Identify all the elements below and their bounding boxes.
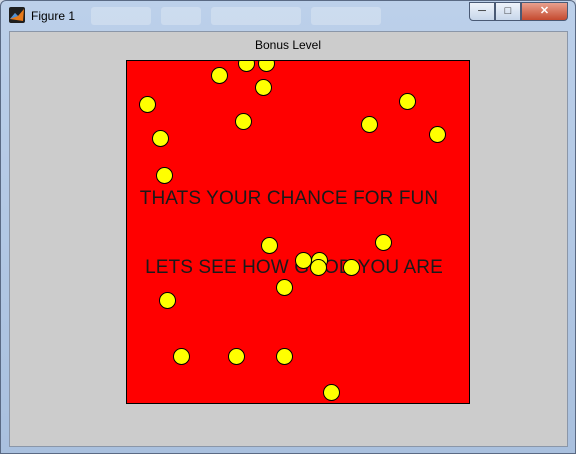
ball	[310, 259, 327, 276]
background-toolbar-ghost	[211, 7, 301, 25]
ball	[375, 234, 392, 251]
ball	[343, 259, 360, 276]
ball	[361, 116, 378, 133]
background-toolbar-ghost	[161, 7, 201, 25]
title-bar[interactable]: Figure 1 ─ □ ✕	[1, 1, 575, 31]
background-toolbar-ghost	[311, 7, 381, 25]
ball	[159, 292, 176, 309]
ball	[228, 348, 245, 365]
maximize-button[interactable]: □	[495, 2, 521, 21]
ball	[276, 348, 293, 365]
matlab-icon[interactable]	[9, 7, 25, 23]
ball	[139, 96, 156, 113]
ball	[255, 79, 272, 96]
ball	[211, 67, 228, 84]
game-axes[interactable]: THATS YOUR CHANCE FOR FUN LETS SEE HOW G…	[126, 60, 470, 404]
ball	[429, 126, 446, 143]
message-line-1: THATS YOUR CHANCE FOR FUN	[139, 188, 439, 209]
ball	[323, 384, 340, 401]
ball	[152, 130, 169, 147]
window-title: Figure 1	[31, 9, 76, 23]
ball	[276, 279, 293, 296]
background-toolbar-ghost	[91, 7, 151, 25]
ball	[156, 167, 173, 184]
ball	[235, 113, 252, 130]
ball	[261, 237, 278, 254]
ball	[238, 61, 255, 72]
ball	[173, 348, 190, 365]
axes-title: Bonus Level	[254, 38, 322, 52]
ball	[258, 61, 275, 72]
ball	[399, 93, 416, 110]
minimize-button[interactable]: ─	[469, 2, 495, 21]
close-button[interactable]: ✕	[521, 2, 568, 21]
